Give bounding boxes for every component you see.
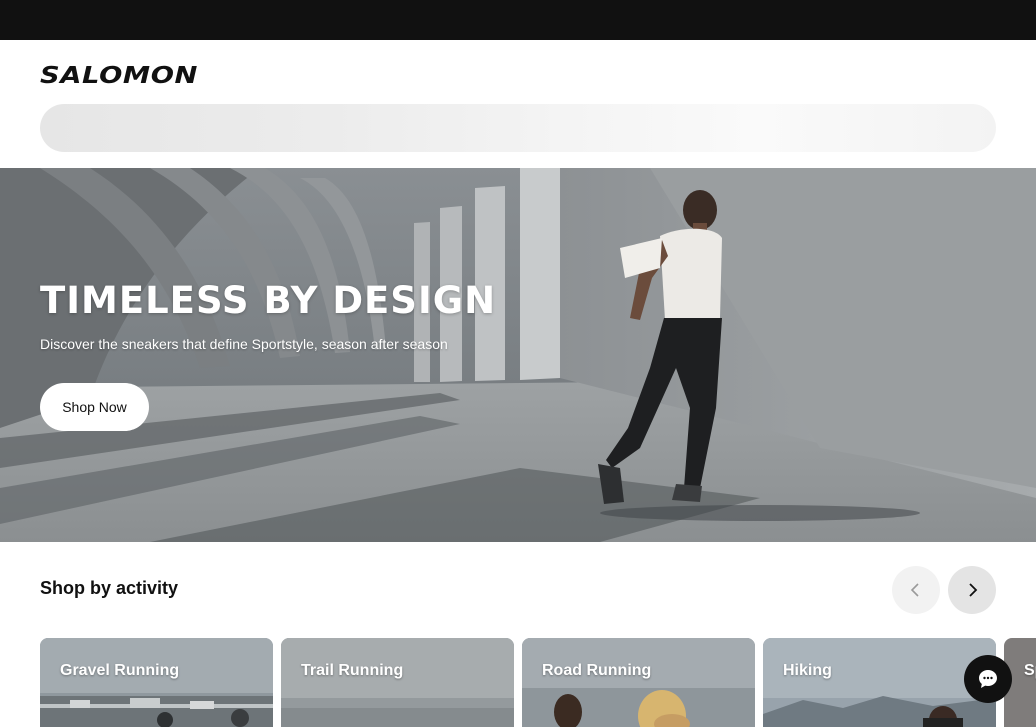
chat-button[interactable]	[964, 655, 1012, 703]
chevron-left-icon	[910, 583, 919, 597]
activity-card-gravel-running[interactable]: Gravel Running	[40, 638, 273, 727]
activity-card-road-running[interactable]: Road Running	[522, 638, 755, 727]
hiking-image	[763, 638, 996, 727]
trail-running-image	[281, 638, 514, 727]
activity-card-hiking[interactable]: Hiking	[763, 638, 996, 727]
activity-card-label: Road Running	[542, 662, 652, 679]
road-running-image	[522, 638, 755, 727]
salomon-logo[interactable]: SALOMON	[40, 62, 200, 86]
carousel-prev-button[interactable]	[892, 566, 940, 614]
activity-card-label: Trail Running	[301, 662, 404, 679]
hero-subtitle: Discover the sneakers that define Sports…	[40, 336, 448, 352]
activity-card-label: Hiking	[783, 662, 832, 679]
search-bar-placeholder[interactable]	[40, 104, 996, 152]
chevron-right-icon	[969, 583, 978, 597]
shop-by-activity-heading: Shop by activity	[40, 578, 179, 598]
top-banner-bar	[0, 0, 1036, 40]
site-header: SALOMON	[0, 40, 1036, 168]
activity-card-trail-running[interactable]: Trail Running	[281, 638, 514, 727]
carousel-next-button[interactable]	[948, 566, 996, 614]
chat-bubble-icon	[979, 670, 997, 688]
activity-card-label: Gravel Running	[60, 662, 180, 679]
hero-image	[0, 168, 1036, 542]
gravel-running-image	[40, 638, 273, 727]
hero-banner: TIMELESS BY DESIGN Discover the sneakers…	[0, 168, 1036, 542]
shop-now-button[interactable]: Shop Now	[40, 383, 149, 431]
salomon-wordmark-icon: SALOMON	[40, 63, 198, 86]
svg-text:SALOMON: SALOMON	[40, 63, 198, 86]
hero-title: TIMELESS BY DESIGN	[40, 279, 497, 322]
activity-card-label: Sp	[1024, 662, 1036, 679]
